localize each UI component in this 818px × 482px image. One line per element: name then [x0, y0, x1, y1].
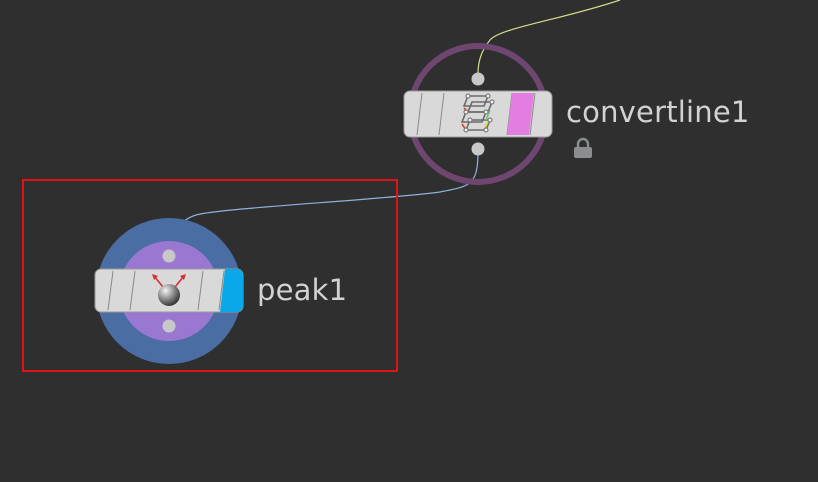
node-convertline1[interactable]: [398, 35, 558, 195]
lock-icon[interactable]: [572, 137, 594, 159]
network-editor-canvas[interactable]: convertline1 peak1: [0, 0, 818, 482]
output-connector[interactable]: [471, 142, 485, 156]
selection-box: [22, 179, 398, 372]
input-connector[interactable]: [471, 72, 485, 86]
node-name-convertline1[interactable]: convertline1: [566, 98, 750, 127]
